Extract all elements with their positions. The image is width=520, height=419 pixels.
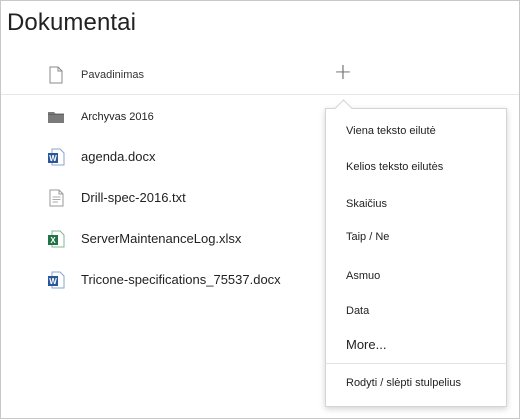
svg-text:W: W	[49, 277, 57, 286]
add-column-menu: Viena teksto eilutė Kelios teksto eilutė…	[325, 108, 507, 407]
menu-item-label: Taip / Ne	[346, 231, 390, 243]
file-name[interactable]: Drill-spec-2016.txt	[81, 190, 186, 205]
list-item[interactable]: Archyvas 2016	[1, 102, 321, 132]
file-name[interactable]: Tricone-specifications_75537.docx	[81, 272, 281, 287]
folder-icon	[48, 112, 64, 123]
list-item[interactable]: W agenda.docx	[1, 142, 321, 172]
document-type-icon	[49, 66, 63, 84]
column-header-row: Pavadinimas +	[1, 55, 519, 95]
menu-item-label: Data	[346, 305, 370, 317]
menu-item-date[interactable]: Data	[326, 299, 506, 325]
column-header-name[interactable]: Pavadinimas	[81, 69, 144, 81]
word-file-icon: W	[48, 271, 65, 289]
word-file-icon: W	[48, 148, 65, 166]
document-library-panel: Dokumentai Pavadinimas + Archyvas 2016 W…	[0, 0, 520, 419]
file-name[interactable]: Archyvas 2016	[81, 111, 154, 123]
list-item[interactable]: Drill-spec-2016.txt	[1, 183, 321, 213]
menu-item-single-line-text[interactable]: Viena teksto eilutė	[326, 119, 506, 145]
menu-item-label: Asmuo	[346, 270, 381, 282]
text-file-icon	[49, 189, 64, 207]
menu-item-show-hide-columns[interactable]: Rodyti / slėpti stulpelius	[326, 371, 506, 397]
menu-item-multiple-lines-text[interactable]: Kelios teksto eilutės	[326, 155, 506, 181]
menu-item-number[interactable]: Skaičius	[326, 192, 506, 218]
menu-item-label: Skaičius	[346, 198, 387, 210]
excel-file-icon: X	[48, 230, 65, 248]
file-name[interactable]: ServerMaintenanceLog.xlsx	[81, 231, 241, 246]
file-name[interactable]: agenda.docx	[81, 149, 155, 164]
menu-item-more[interactable]: More...	[326, 332, 506, 358]
menu-item-yes-no[interactable]: Taip / Ne	[326, 225, 506, 251]
svg-text:X: X	[50, 236, 56, 245]
menu-item-person[interactable]: Asmuo	[326, 264, 506, 290]
list-item[interactable]: X ServerMaintenanceLog.xlsx	[1, 224, 321, 254]
menu-item-label: Rodyti / slėpti stulpelius	[346, 377, 461, 389]
svg-text:W: W	[49, 154, 57, 163]
list-item[interactable]: W Tricone-specifications_75537.docx	[1, 265, 321, 295]
menu-item-label: Viena teksto eilutė	[346, 125, 436, 137]
page-title: Dokumentai	[7, 9, 137, 36]
menu-item-label: More...	[346, 337, 387, 352]
menu-divider	[326, 363, 506, 364]
menu-item-label: Kelios teksto eilutės	[346, 161, 444, 173]
add-column-button[interactable]: +	[332, 62, 354, 85]
